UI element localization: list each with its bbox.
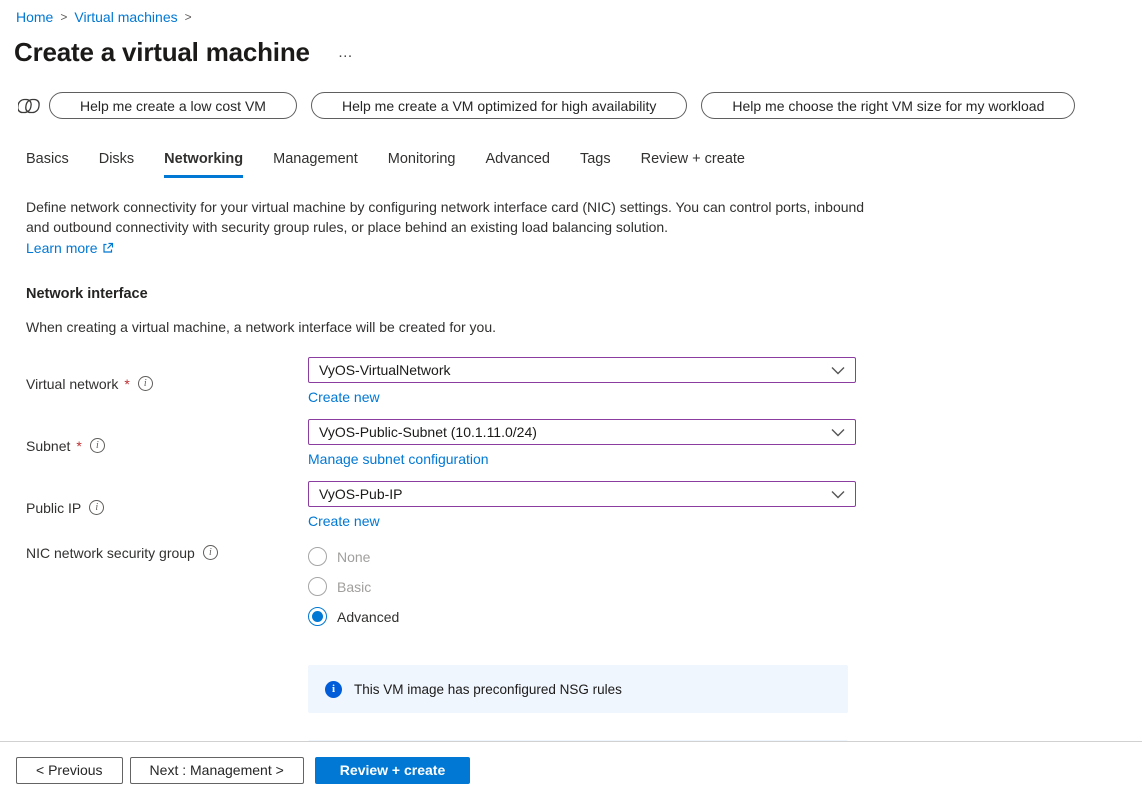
info-icon[interactable]: i: [203, 545, 218, 560]
nsg-advanced-label: Advanced: [337, 609, 399, 625]
subnet-control: VyOS-Public-Subnet (10.1.11.0/24) Manage…: [308, 419, 856, 467]
info-icon[interactable]: i: [90, 438, 105, 453]
breadcrumb-separator: >: [60, 10, 67, 24]
title-row: Create a virtual machine …: [14, 37, 1142, 68]
manage-subnet-configuration-link[interactable]: Manage subnet configuration: [308, 451, 489, 467]
breadcrumb-home[interactable]: Home: [16, 9, 53, 25]
nsg-info-banner-text: This VM image has preconfigured NSG rule…: [354, 682, 622, 697]
copilot-help-row: Help me create a low cost VM Help me cre…: [18, 92, 1142, 119]
nic-nsg-radio-group: None Basic Advanced: [308, 543, 856, 637]
required-marker: *: [76, 438, 81, 454]
more-menu-icon[interactable]: …: [338, 44, 354, 61]
chevron-down-icon: [831, 366, 845, 375]
virtual-network-create-new-link[interactable]: Create new: [308, 389, 380, 405]
nsg-radio-none[interactable]: None: [308, 547, 856, 566]
tab-advanced[interactable]: Advanced: [485, 151, 550, 178]
info-icon[interactable]: i: [89, 500, 104, 515]
nsg-none-label: None: [337, 549, 370, 565]
nsg-basic-label: Basic: [337, 579, 371, 595]
wizard-footer: < Previous Next : Management > Review + …: [0, 741, 1142, 806]
subnet-label-group: Subnet * i: [26, 419, 308, 467]
subnet-row: Subnet * i VyOS-Public-Subnet (10.1.11.0…: [26, 419, 1142, 467]
learn-more-link[interactable]: Learn more: [26, 240, 114, 256]
nsg-info-banner: i This VM image has preconfigured NSG ru…: [308, 665, 848, 713]
help-low-cost-vm-button[interactable]: Help me create a low cost VM: [49, 92, 297, 119]
tab-tags[interactable]: Tags: [580, 151, 611, 178]
radio-button-selected-icon: [308, 607, 327, 626]
tab-review-create[interactable]: Review + create: [641, 151, 745, 178]
info-filled-icon: i: [325, 681, 342, 698]
breadcrumb: Home > Virtual machines >: [0, 0, 1142, 25]
networking-form: Virtual network * i VyOS-VirtualNetwork …: [0, 357, 1142, 637]
nic-nsg-row: NIC network security group i None Basic …: [26, 543, 1142, 637]
nsg-radio-basic[interactable]: Basic: [308, 577, 856, 596]
tab-basics[interactable]: Basics: [26, 151, 69, 178]
chevron-down-icon: [831, 428, 845, 437]
virtual-network-control: VyOS-VirtualNetwork Create new: [308, 357, 856, 405]
section-heading-network-interface: Network interface: [26, 286, 1142, 302]
external-link-icon: [102, 242, 114, 254]
required-marker: *: [124, 376, 129, 392]
previous-button[interactable]: < Previous: [16, 757, 123, 784]
public-ip-row: Public IP i VyOS-Pub-IP Create new: [26, 481, 1142, 529]
tab-monitoring[interactable]: Monitoring: [388, 151, 456, 178]
subnet-dropdown[interactable]: VyOS-Public-Subnet (10.1.11.0/24): [308, 419, 856, 445]
public-ip-value: VyOS-Pub-IP: [319, 486, 403, 502]
nsg-radio-advanced[interactable]: Advanced: [308, 607, 856, 626]
tab-disks[interactable]: Disks: [99, 151, 134, 178]
page-title: Create a virtual machine: [14, 37, 310, 68]
chevron-down-icon: [831, 490, 845, 499]
public-ip-label-group: Public IP i: [26, 481, 308, 529]
tab-management[interactable]: Management: [273, 151, 358, 178]
public-ip-control: VyOS-Pub-IP Create new: [308, 481, 856, 529]
breadcrumb-virtual-machines[interactable]: Virtual machines: [74, 9, 177, 25]
radio-button-icon: [308, 547, 327, 566]
subnet-label: Subnet: [26, 438, 70, 454]
public-ip-dropdown[interactable]: VyOS-Pub-IP: [308, 481, 856, 507]
subnet-value: VyOS-Public-Subnet (10.1.11.0/24): [319, 424, 537, 440]
copilot-icon: [18, 95, 42, 117]
public-ip-create-new-link[interactable]: Create new: [308, 513, 380, 529]
help-high-availability-button[interactable]: Help me create a VM optimized for high a…: [311, 92, 687, 119]
breadcrumb-separator: >: [185, 10, 192, 24]
virtual-network-label: Virtual network: [26, 376, 118, 392]
help-vm-size-button[interactable]: Help me choose the right VM size for my …: [701, 92, 1075, 119]
public-ip-label: Public IP: [26, 500, 81, 516]
virtual-network-dropdown[interactable]: VyOS-VirtualNetwork: [308, 357, 856, 383]
nic-nsg-label-group: NIC network security group i: [26, 543, 308, 637]
learn-more-label: Learn more: [26, 240, 98, 256]
tab-networking[interactable]: Networking: [164, 151, 243, 178]
tab-description: Define network connectivity for your vir…: [26, 197, 868, 237]
virtual-network-value: VyOS-VirtualNetwork: [319, 362, 450, 378]
section-description: When creating a virtual machine, a netwo…: [26, 319, 1142, 335]
wizard-tabs: Basics Disks Networking Management Monit…: [26, 151, 1142, 178]
review-create-button[interactable]: Review + create: [315, 757, 470, 784]
radio-button-icon: [308, 577, 327, 596]
info-icon[interactable]: i: [138, 376, 153, 391]
virtual-network-label-group: Virtual network * i: [26, 357, 308, 405]
next-management-button[interactable]: Next : Management >: [130, 757, 304, 784]
virtual-network-row: Virtual network * i VyOS-VirtualNetwork …: [26, 357, 1142, 405]
nic-nsg-label: NIC network security group: [26, 545, 195, 561]
